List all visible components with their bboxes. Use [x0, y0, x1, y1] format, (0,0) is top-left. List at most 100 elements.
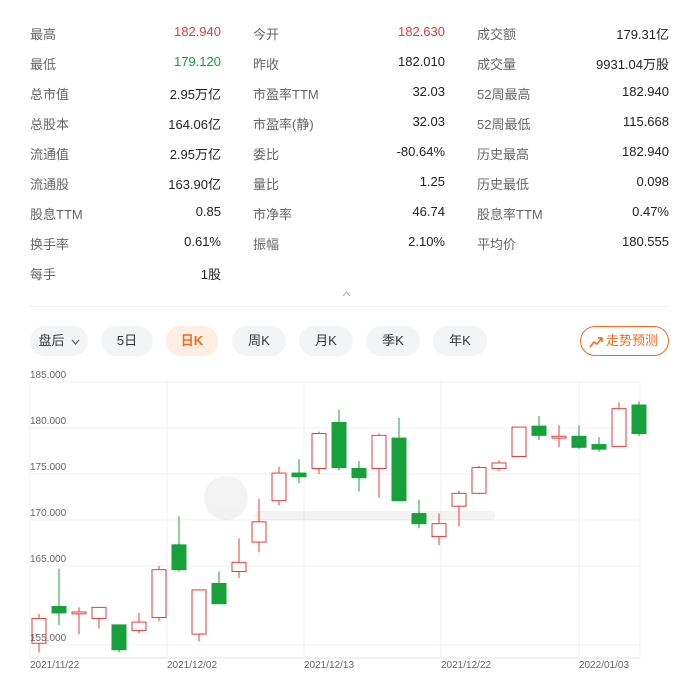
- candle: [411, 499, 427, 529]
- stat-value: 1.25: [419, 174, 445, 189]
- tab-year-k[interactable]: 年K: [433, 326, 487, 356]
- candle-body: [551, 435, 567, 439]
- stat-label: 52周最低: [477, 117, 531, 132]
- y-tick-label: 165.000: [30, 554, 67, 565]
- stat-label: 平均价: [477, 237, 517, 252]
- stat-label: 换手率: [30, 237, 70, 252]
- candle-body: [91, 606, 107, 619]
- stat-row: 最低 179.120 昨收 182.010 成交量 9931.04万股: [0, 47, 699, 77]
- candle: [151, 566, 167, 622]
- kline-chart[interactable]: 185.000 180.000 175.000 170.000 165.000 155.0…: [0, 366, 699, 687]
- stat-label: 流通股: [30, 177, 70, 192]
- candle: [111, 624, 127, 653]
- stat-label: 今开: [253, 27, 280, 42]
- candle-body: [571, 435, 587, 448]
- candle: [311, 431, 327, 474]
- stat-value: 179.120: [174, 54, 221, 69]
- candle-body: [611, 408, 627, 447]
- tab-month-k[interactable]: 月K: [299, 326, 353, 356]
- stat-value: 182.630: [398, 24, 445, 39]
- stat-label: 量比: [253, 177, 280, 192]
- stat-value: -80.64%: [396, 144, 445, 159]
- candle-body: [531, 425, 547, 436]
- candle: [591, 437, 607, 452]
- stat-label: 流通值: [30, 147, 70, 162]
- stat-label: 历史最低: [477, 177, 530, 192]
- candles: [31, 401, 647, 653]
- tab-week-k[interactable]: 周K: [232, 326, 286, 356]
- stat-value: 163.90亿: [168, 177, 221, 192]
- tab-quarter-k[interactable]: 季K: [366, 326, 420, 356]
- trend-forecast-label: 走势预测: [605, 333, 658, 348]
- stat-label: 成交额: [477, 27, 517, 42]
- trend-chart-icon: [589, 336, 603, 348]
- candle-body: [51, 605, 67, 614]
- candle-body: [111, 624, 127, 651]
- stat-row: 最高 182.940 今开 182.630 成交额 179.31亿: [0, 17, 699, 47]
- stat-label: 最低: [30, 57, 57, 72]
- tab-day-k[interactable]: 日K: [166, 326, 218, 356]
- y-tick-label: 175.000: [30, 462, 67, 473]
- candle: [491, 460, 507, 472]
- collapse-chevron-up-icon[interactable]: [342, 289, 351, 298]
- tab-5d[interactable]: 5日: [101, 326, 153, 356]
- stat-row: 总股本 164.06亿 市盈率(静) 32.03 52周最低 115.668: [0, 107, 699, 137]
- stat-label: 最高: [30, 27, 57, 42]
- session-select[interactable]: 盘后: [30, 326, 88, 356]
- candle-body: [151, 569, 167, 619]
- candle: [551, 425, 567, 448]
- candle: [631, 401, 647, 437]
- y-tick-label: 180.000: [30, 416, 67, 427]
- candle-body: [391, 437, 407, 502]
- candle-body: [371, 434, 387, 469]
- candle: [391, 417, 407, 502]
- stat-row: 每手 1股: [0, 257, 699, 287]
- candle-body: [511, 426, 527, 458]
- candle: [511, 426, 527, 458]
- candle: [251, 498, 267, 553]
- stat-label: 总市值: [30, 87, 70, 102]
- candle: [611, 402, 627, 447]
- stat-value: 182.010: [398, 54, 445, 69]
- candle-body: [631, 404, 647, 435]
- stat-value: 1股: [200, 267, 221, 282]
- y-tick-label: 185.000: [30, 370, 67, 381]
- trend-forecast-button[interactable]: 走势预测: [579, 326, 669, 356]
- stat-value: 9931.04万股: [596, 57, 669, 72]
- x-tick-label: 2021/12/13: [304, 660, 354, 671]
- candle: [471, 465, 487, 495]
- candle: [71, 607, 87, 635]
- stat-value: 32.03: [412, 114, 445, 129]
- stat-label: 股息TTM: [30, 207, 83, 222]
- x-tick-label: 2021/12/22: [441, 660, 491, 671]
- candle: [91, 606, 107, 629]
- candle: [211, 571, 227, 605]
- stat-value: 115.668: [622, 114, 669, 129]
- stat-label: 昨收: [253, 57, 280, 72]
- stat-label: 历史最高: [477, 147, 530, 162]
- x-tick-label: 2021/11/22: [30, 660, 80, 671]
- candle: [531, 416, 547, 440]
- candle-body: [451, 492, 467, 507]
- candle: [351, 461, 367, 492]
- candle-body: [591, 444, 607, 450]
- candle-body: [431, 523, 447, 538]
- candle: [271, 466, 287, 506]
- stat-label: 每手: [30, 267, 57, 282]
- stat-row: 股息TTM 0.85 市净率 46.74 股息率TTM 0.47%: [0, 197, 699, 227]
- candle: [451, 490, 467, 527]
- stat-label: 股息率TTM: [477, 207, 543, 222]
- stat-label: 总股本: [30, 117, 70, 132]
- stat-label: 市盈率TTM: [253, 87, 319, 102]
- stat-value: 182.940: [174, 24, 221, 39]
- divider: [30, 306, 669, 307]
- stat-value: 182.940: [622, 144, 669, 159]
- stat-value: 164.06亿: [168, 117, 221, 132]
- candle-body: [351, 467, 367, 479]
- stat-value: 179.31亿: [616, 27, 669, 42]
- y-tick-label: 170.000: [30, 508, 67, 519]
- y-tick-label: 155.000: [30, 633, 67, 644]
- candle-body: [251, 521, 267, 543]
- candle-body: [331, 421, 347, 469]
- candle: [571, 425, 587, 450]
